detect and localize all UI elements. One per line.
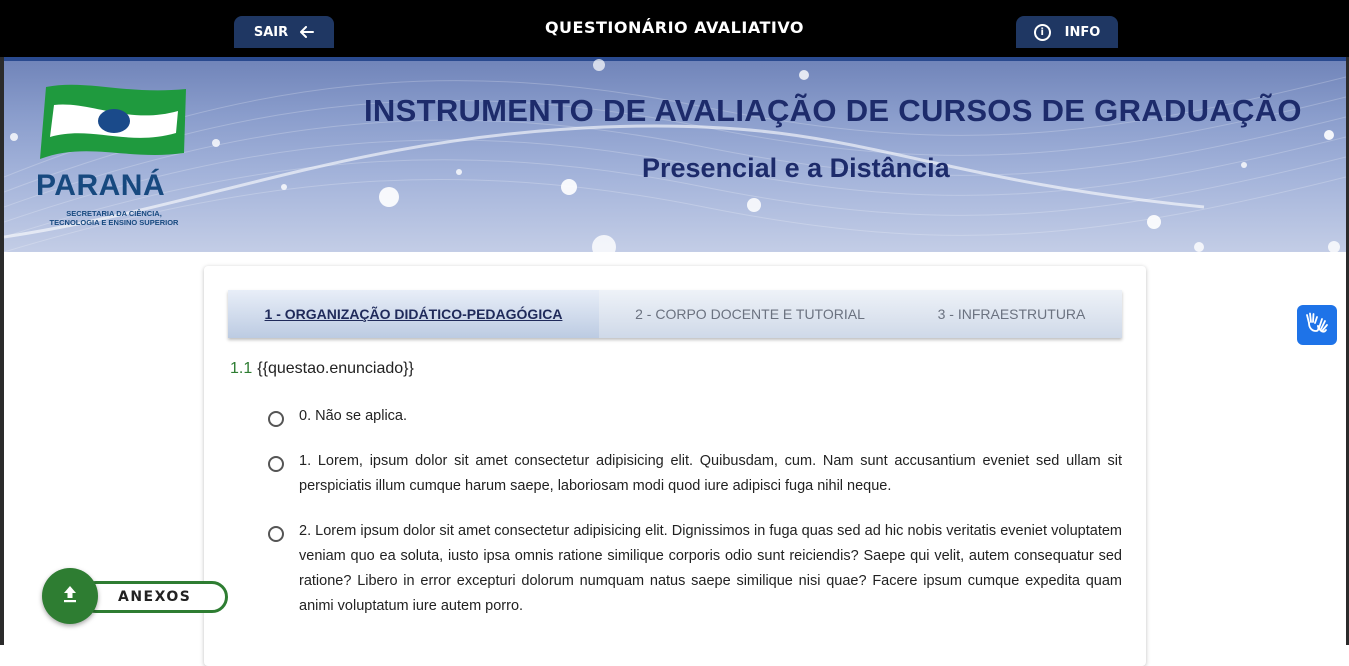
anexos-label[interactable]: ANEXOS xyxy=(118,589,191,605)
answer-option-text: 1. Lorem, ipsum dolor sit amet consectet… xyxy=(299,453,1122,494)
logo-name: PARANÁ xyxy=(36,169,166,202)
logo-subtitle: SECRETARIA DA CIÊNCIA, TECNOLOGIA E ENSI… xyxy=(34,209,194,227)
top-bar: SAIR QUESTIONÁRIO AVALIATIVO i INFO xyxy=(0,0,1349,57)
tab-organizacao-didatico-pedagogica[interactable]: 1 - ORGANIZAÇÃO DIDÁTICO-PEDAGÓGICA xyxy=(228,290,599,338)
answer-option-0[interactable]: 0. Não se aplica. xyxy=(268,408,1122,429)
upload-icon xyxy=(62,585,78,608)
logo-subtitle-line1: SECRETARIA DA CIÊNCIA, xyxy=(66,209,162,218)
banner-title: INSTRUMENTO DE AVALIAÇÃO DE CURSOS DE GR… xyxy=(364,93,1302,128)
logo-subtitle-line2: TECNOLOGIA E ENSINO SUPERIOR xyxy=(49,218,179,227)
radio-button[interactable] xyxy=(268,411,284,427)
page-title: QUESTIONÁRIO AVALIATIVO xyxy=(544,18,805,37)
questionnaire-card: 1 - ORGANIZAÇÃO DIDÁTICO-PEDAGÓGICA 2 - … xyxy=(204,266,1146,666)
answer-option-text: 2. Lorem ipsum dolor sit amet consectetu… xyxy=(299,523,1122,614)
radio-button[interactable] xyxy=(268,526,284,542)
accessibility-widget-button[interactable] xyxy=(1297,305,1337,345)
question-number: 1.1 xyxy=(230,360,253,377)
banner-subtitle: Presencial e a Distância xyxy=(642,153,950,183)
parana-flag-logo xyxy=(40,84,186,159)
radio-button[interactable] xyxy=(268,456,284,472)
info-label: INFO xyxy=(1064,24,1101,40)
answer-option-text: 0. Não se aplica. xyxy=(299,408,408,424)
upload-button[interactable] xyxy=(42,568,98,624)
info-button[interactable]: i INFO xyxy=(1016,16,1118,48)
question-text: {{questao.enunciado}} xyxy=(257,360,414,377)
tab-infraestrutura[interactable]: 3 - INFRAESTRUTURA xyxy=(901,290,1122,338)
answer-option-2[interactable]: 2. Lorem ipsum dolor sit amet consectetu… xyxy=(268,523,1122,619)
header-banner: PARANÁ SECRETARIA DA CIÊNCIA, TECNOLOGIA… xyxy=(4,57,1346,252)
sign-language-hands-icon xyxy=(1304,310,1330,341)
question-statement: 1.1 {{questao.enunciado}} xyxy=(230,360,414,378)
answer-option-1[interactable]: 1. Lorem, ipsum dolor sit amet consectet… xyxy=(268,453,1122,499)
tab-corpo-docente-tutorial[interactable]: 2 - CORPO DOCENTE E TUTORIAL xyxy=(599,290,901,338)
info-circle-icon: i xyxy=(1033,23,1051,41)
section-tabs: 1 - ORGANIZAÇÃO DIDÁTICO-PEDAGÓGICA 2 - … xyxy=(228,290,1122,338)
